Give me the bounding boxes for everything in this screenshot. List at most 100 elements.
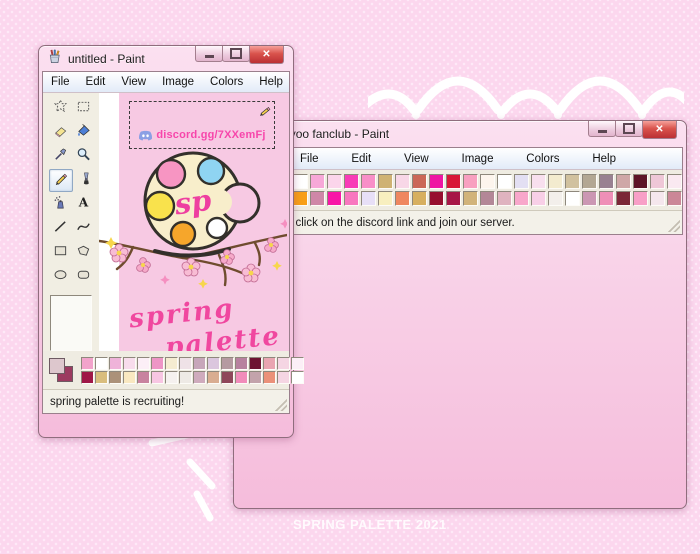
menu-image[interactable]: Image — [462, 153, 494, 165]
palette-swatch[interactable] — [81, 371, 94, 384]
palette-swatch[interactable] — [207, 357, 220, 370]
resize-grip[interactable] — [275, 399, 287, 411]
minimize-button[interactable] — [588, 121, 616, 137]
palette-swatch[interactable] — [667, 191, 682, 206]
palette-swatch[interactable] — [633, 174, 648, 189]
foreground-color-swatch[interactable] — [49, 358, 65, 374]
menu-colors[interactable]: Colors — [526, 153, 559, 165]
menu-file[interactable]: File — [300, 153, 319, 165]
palette-swatch[interactable] — [429, 174, 444, 189]
palette-swatch[interactable] — [361, 191, 376, 206]
palette-swatch[interactable] — [344, 191, 359, 206]
palette-swatch[interactable] — [165, 371, 178, 384]
palette-swatch[interactable] — [446, 191, 461, 206]
menu-help[interactable]: Help — [592, 153, 616, 165]
palette-swatch[interactable] — [179, 371, 192, 384]
tool-ellipse-button[interactable] — [49, 265, 73, 288]
palette-swatch[interactable] — [616, 191, 631, 206]
menu-help[interactable]: Help — [251, 76, 291, 88]
palette-swatch[interactable] — [463, 174, 478, 189]
palette-swatch[interactable] — [277, 371, 290, 384]
palette-swatch[interactable] — [480, 174, 495, 189]
palette-swatch[interactable] — [514, 191, 529, 206]
palette-swatch[interactable] — [582, 191, 597, 206]
palette-swatch[interactable] — [327, 191, 342, 206]
tool-eraser-button[interactable] — [49, 121, 73, 144]
palette-swatch[interactable] — [291, 371, 304, 384]
palette-swatch[interactable] — [599, 174, 614, 189]
palette-swatch[interactable] — [293, 174, 308, 189]
maximize-button[interactable] — [615, 121, 643, 137]
tool-polygon-button[interactable] — [72, 241, 96, 264]
palette-swatch[interactable] — [412, 191, 427, 206]
palette-swatch[interactable] — [667, 174, 682, 189]
palette-swatch[interactable] — [193, 371, 206, 384]
tool-rectangle-button[interactable] — [49, 241, 73, 264]
palette-swatch[interactable] — [81, 357, 94, 370]
palette-swatch[interactable] — [310, 191, 325, 206]
paint-canvas[interactable]: sp — [99, 93, 289, 351]
menu-view[interactable]: View — [113, 76, 154, 88]
palette-swatch[interactable] — [378, 191, 393, 206]
palette-swatch[interactable] — [179, 357, 192, 370]
menu-image[interactable]: Image — [154, 76, 202, 88]
palette-swatch[interactable] — [235, 371, 248, 384]
tool-brush-button[interactable] — [72, 169, 96, 192]
discord-link[interactable]: discord.gg/7XXemFj — [138, 129, 265, 141]
palette-swatch[interactable] — [109, 371, 122, 384]
tool-color-picker-button[interactable] — [49, 145, 73, 168]
palette-swatch[interactable] — [395, 174, 410, 189]
tool-magnifier-button[interactable] — [72, 145, 96, 168]
palette-swatch[interactable] — [480, 191, 495, 206]
palette-swatch[interactable] — [531, 191, 546, 206]
palette-swatch[interactable] — [95, 357, 108, 370]
close-button[interactable]: ✕ — [249, 46, 284, 64]
palette-swatch[interactable] — [193, 357, 206, 370]
maximize-button[interactable] — [222, 46, 250, 62]
palette-swatch[interactable] — [235, 357, 248, 370]
palette-swatch[interactable] — [548, 174, 563, 189]
tool-fill-button[interactable] — [72, 121, 96, 144]
palette-swatch[interactable] — [249, 371, 262, 384]
palette-swatch[interactable] — [327, 174, 342, 189]
tool-curve-button[interactable] — [72, 217, 96, 240]
palette-swatch[interactable] — [412, 174, 427, 189]
palette-swatch[interactable] — [293, 191, 308, 206]
palette-swatch[interactable] — [263, 357, 276, 370]
menu-colors[interactable]: Colors — [202, 76, 251, 88]
palette-swatch[interactable] — [137, 371, 150, 384]
tool-rounded-rectangle-button[interactable] — [72, 265, 96, 288]
palette-swatch[interactable] — [221, 357, 234, 370]
palette-swatch[interactable] — [277, 357, 290, 370]
palette-swatch[interactable] — [616, 174, 631, 189]
palette-swatch[interactable] — [531, 174, 546, 189]
palette-swatch[interactable] — [263, 371, 276, 384]
palette-swatch[interactable] — [599, 191, 614, 206]
palette-swatch[interactable] — [565, 191, 580, 206]
palette-swatch[interactable] — [497, 191, 512, 206]
palette-swatch[interactable] — [429, 191, 444, 206]
palette-swatch[interactable] — [137, 357, 150, 370]
tool-line-button[interactable] — [49, 217, 73, 240]
close-button[interactable]: ✕ — [642, 121, 677, 139]
palette-swatch[interactable] — [165, 357, 178, 370]
palette-swatch[interactable] — [344, 174, 359, 189]
palette-swatch[interactable] — [151, 371, 164, 384]
menu-edit[interactable]: Edit — [351, 153, 371, 165]
palette-swatch[interactable] — [497, 174, 512, 189]
palette-swatch[interactable] — [123, 357, 136, 370]
menu-view[interactable]: View — [404, 153, 429, 165]
palette-swatch[interactable] — [123, 371, 136, 384]
palette-swatch[interactable] — [650, 174, 665, 189]
palette-swatch[interactable] — [207, 371, 220, 384]
palette-swatch[interactable] — [221, 371, 234, 384]
palette-swatch[interactable] — [582, 174, 597, 189]
menu-edit[interactable]: Edit — [78, 76, 114, 88]
palette-swatch[interactable] — [446, 174, 461, 189]
menu-file[interactable]: File — [43, 76, 78, 88]
palette-swatch[interactable] — [151, 357, 164, 370]
selection-box[interactable]: discord.gg/7XXemFj — [129, 101, 275, 149]
tool-select-button[interactable] — [72, 97, 96, 120]
tool-pencil-button[interactable] — [49, 169, 73, 192]
resize-grip[interactable] — [668, 220, 680, 232]
